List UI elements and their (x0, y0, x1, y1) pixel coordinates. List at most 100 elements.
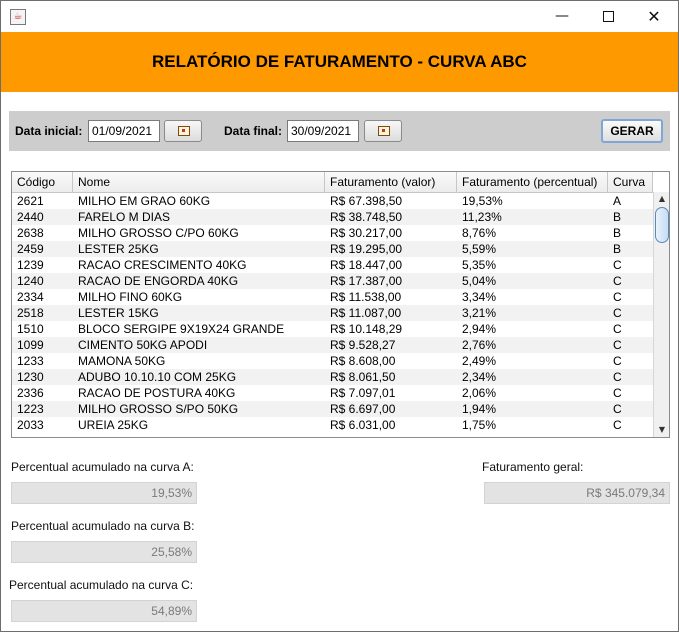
maximize-button[interactable] (585, 1, 631, 32)
cell-revenue-percent: 5,59% (462, 242, 497, 256)
cell-revenue-percent: 19,53% (462, 194, 503, 208)
table-row[interactable]: 2033 UREIA 25KG R$ 6.031,00 1,75% C (12, 417, 653, 433)
cell-curve: B (613, 242, 622, 256)
end-date-calendar-button[interactable] (364, 120, 402, 142)
scroll-up-icon[interactable]: ▲ (654, 192, 669, 206)
cell-name: MILHO GROSSO C/PO 60KG (78, 226, 239, 240)
calendar-icon (378, 126, 390, 136)
start-date-label: Data inicial: (15, 124, 83, 138)
cell-revenue-percent: 2,76% (462, 338, 497, 352)
generate-button[interactable]: GERAR (601, 119, 663, 143)
cell-name: UREIA 25KG (78, 418, 149, 432)
total-revenue-label: Faturamento geral: (482, 460, 584, 474)
cell-curve: C (613, 274, 622, 288)
cell-name: FARELO M DIAS (78, 210, 171, 224)
scroll-down-icon[interactable]: ▼ (654, 423, 669, 437)
cell-code: 2621 (17, 194, 44, 208)
curve-a-label: Percentual acumulado na curva A: (11, 460, 194, 474)
cell-revenue-percent: 1,94% (462, 402, 497, 416)
cell-revenue-percent: 5,04% (462, 274, 497, 288)
table-row[interactable]: 2440 FARELO M DIAS R$ 38.748,50 11,23% B (12, 209, 653, 225)
cell-name: LESTER 15KG (78, 306, 159, 320)
cell-curve: C (613, 306, 622, 320)
end-date-input[interactable]: 30/09/2021 (287, 120, 359, 142)
cell-revenue-percent: 3,21% (462, 306, 497, 320)
cell-name: RACAO DE POSTURA 40KG (78, 386, 236, 400)
cell-curve: B (613, 210, 622, 224)
cell-revenue-percent: 3,34% (462, 290, 497, 304)
cell-revenue-value: R$ 11.087,00 (330, 306, 402, 320)
cell-curve: C (613, 322, 622, 336)
column-header-name[interactable]: Nome (73, 172, 325, 192)
cell-revenue-percent: 2,06% (462, 386, 497, 400)
cell-curve: C (613, 402, 622, 416)
column-header-curve[interactable]: Curva (608, 172, 653, 192)
cell-revenue-value: R$ 8.061,50 (330, 370, 396, 384)
cell-revenue-percent: 5,35% (462, 258, 497, 272)
end-date-label: Data final: (224, 124, 283, 138)
header-banner: RELATÓRIO DE FATURAMENTO - CURVA ABC (1, 32, 678, 92)
cell-code: 1230 (17, 370, 44, 384)
table-row[interactable]: 1099 CIMENTO 50KG APODI R$ 9.528,27 2,76% C (12, 337, 653, 353)
cell-name: BLOCO SERGIPE 9X19X24 GRANDE (78, 322, 285, 336)
cell-name: MILHO GROSSO S/PO 50KG (78, 402, 239, 416)
column-header-code[interactable]: Código (12, 172, 73, 192)
cell-revenue-percent: 8,76% (462, 226, 497, 240)
cell-revenue-value: R$ 6.697,00 (330, 402, 396, 416)
table-body: 2621 MILHO EM GRAO 60KG R$ 67.398,50 19,53%… (12, 193, 653, 433)
table-row[interactable]: 1230 ADUBO 10.10.10 COM 25KG R$ 8.061,50 2,… (12, 369, 653, 385)
cell-code: 2336 (17, 386, 44, 400)
table-row[interactable]: 2336 RACAO DE POSTURA 40KG R$ 7.097,01 2,06… (12, 385, 653, 401)
cell-revenue-percent: 2,34% (462, 370, 497, 384)
calendar-icon (178, 126, 190, 136)
table-row[interactable]: 2638 MILHO GROSSO C/PO 60KG R$ 30.217,00 8,… (12, 225, 653, 241)
title-bar[interactable]: ☕ — ✕ (1, 1, 678, 32)
column-header-revenue-value[interactable]: Faturamento (valor) (325, 172, 457, 192)
maximize-icon (602, 10, 614, 22)
cell-curve: B (613, 226, 622, 240)
table-scrollbar[interactable]: ▲ ▼ (653, 192, 669, 437)
cell-code: 2033 (17, 418, 44, 432)
cell-code: 2459 (17, 242, 44, 256)
close-icon: ✕ (647, 7, 661, 26)
cell-revenue-value: R$ 7.097,01 (330, 386, 396, 400)
cell-name: CIMENTO 50KG APODI (78, 338, 208, 352)
curve-b-field: 25,58% (11, 541, 197, 563)
table-row[interactable]: 1510 BLOCO SERGIPE 9X19X24 GRANDE R$ 10.14… (12, 321, 653, 337)
start-date-calendar-button[interactable] (164, 120, 202, 142)
table-row[interactable]: 1233 MAMONA 50KG R$ 8.608,00 2,49% C (12, 353, 653, 369)
cell-name: RACAO DE ENGORDA 40KG (78, 274, 239, 288)
cell-curve: C (613, 370, 622, 384)
table-row[interactable]: 2459 LESTER 25KG R$ 19.295,00 5,59% B (12, 241, 653, 257)
java-icon: ☕ (10, 9, 26, 25)
cell-revenue-value: R$ 67.398,50 (330, 194, 403, 208)
cell-code: 1510 (17, 322, 44, 336)
cell-name: ADUBO 10.10.10 COM 25KG (78, 370, 237, 384)
cell-code: 2440 (17, 210, 44, 224)
table-row[interactable]: 2518 LESTER 15KG R$ 11.087,00 3,21% C (12, 305, 653, 321)
curve-c-field: 54,89% (11, 600, 197, 622)
cell-revenue-percent: 11,23% (462, 210, 502, 224)
cell-revenue-percent: 2,94% (462, 322, 497, 336)
cell-name: MILHO FINO 60KG (78, 290, 183, 304)
table-row[interactable]: 2334 MILHO FINO 60KG R$ 11.538,00 3,34% C (12, 289, 653, 305)
cell-revenue-value: R$ 19.295,00 (330, 242, 403, 256)
table-row[interactable]: 1223 MILHO GROSSO S/PO 50KG R$ 6.697,00 1,9… (12, 401, 653, 417)
cell-revenue-value: R$ 6.031,00 (330, 418, 396, 432)
table-row[interactable]: 2621 MILHO EM GRAO 60KG R$ 67.398,50 19,53%… (12, 193, 653, 209)
start-date-input[interactable]: 01/09/2021 (88, 120, 160, 142)
curve-b-label: Percentual acumulado na curva B: (11, 519, 195, 533)
cell-revenue-value: R$ 9.528,27 (330, 338, 396, 352)
abc-curve-table[interactable]: Código Nome Faturamento (valor) Faturame… (11, 171, 670, 438)
scroll-thumb[interactable] (655, 207, 669, 243)
cell-code: 1240 (17, 274, 44, 288)
table-row[interactable]: 1240 RACAO DE ENGORDA 40KG R$ 17.387,00 5,0… (12, 273, 653, 289)
column-header-revenue-percent[interactable]: Faturamento (percentual) (457, 172, 608, 192)
minimize-icon: — (555, 8, 569, 24)
table-row[interactable]: 1239 RACAO CRESCIMENTO 40KG R$ 18.447,00 5,… (12, 257, 653, 273)
cell-revenue-value: R$ 38.748,50 (330, 210, 403, 224)
close-button[interactable]: ✕ (631, 1, 677, 32)
cell-name: RACAO CRESCIMENTO 40KG (78, 258, 247, 272)
minimize-button[interactable]: — (539, 1, 585, 32)
cell-curve: C (613, 338, 622, 352)
